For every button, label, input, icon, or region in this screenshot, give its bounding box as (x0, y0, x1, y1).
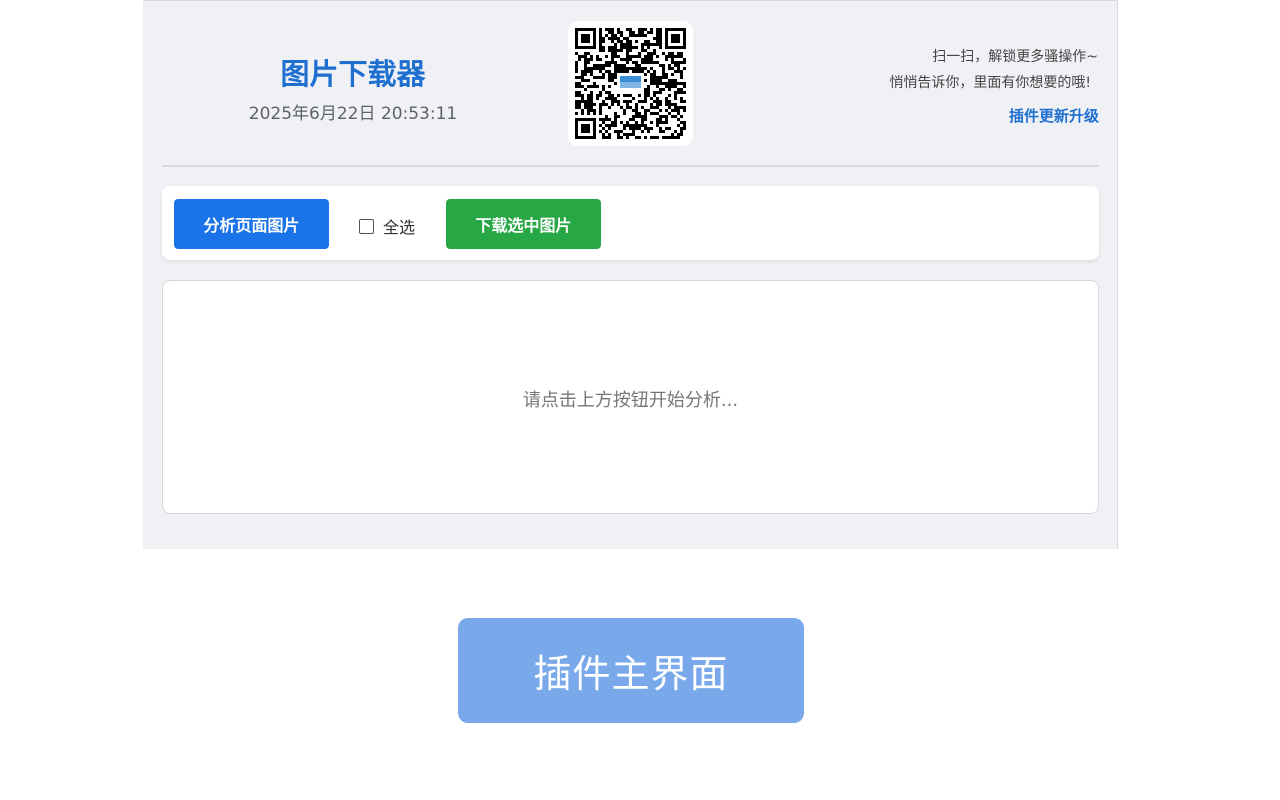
promo-text-2: 悄悄告诉你，里面有你想要的哦! (889, 75, 1091, 91)
app-title: 图片下载器 (280, 57, 426, 91)
select-all-toggle[interactable]: 全选 (359, 214, 415, 238)
select-all-checkbox[interactable] (359, 218, 374, 234)
update-link[interactable]: 插件更新升级 (1009, 105, 1099, 126)
caption-text: 插件主界面 (533, 652, 729, 696)
promo-text-1: 扫一扫，解锁更多骚操作~ (932, 49, 1098, 65)
analyze-images-button[interactable]: 分析页面图片 (174, 199, 329, 249)
qr-code-icon (568, 21, 693, 146)
image-results-panel: 请点击上方按钮开始分析... (162, 280, 1099, 514)
header-divider (162, 165, 1099, 167)
select-all-label: 全选 (383, 218, 416, 237)
current-datetime: 2025年6月22日 20:53:11 (248, 104, 458, 124)
popup-header: 图片下载器 2025年6月22日 20:53:11 扫一扫，解锁更多骚操作~ 悄… (143, 1, 1118, 166)
caption-banner: 插件主界面 (458, 618, 804, 723)
extension-popup: 图片下载器 2025年6月22日 20:53:11 扫一扫，解锁更多骚操作~ 悄… (143, 0, 1118, 549)
toolbar: 分析页面图片 全选 下载选中图片 (162, 186, 1099, 260)
download-selected-button[interactable]: 下载选中图片 (446, 199, 601, 249)
empty-state-text: 请点击上方按钮开始分析... (522, 390, 739, 411)
